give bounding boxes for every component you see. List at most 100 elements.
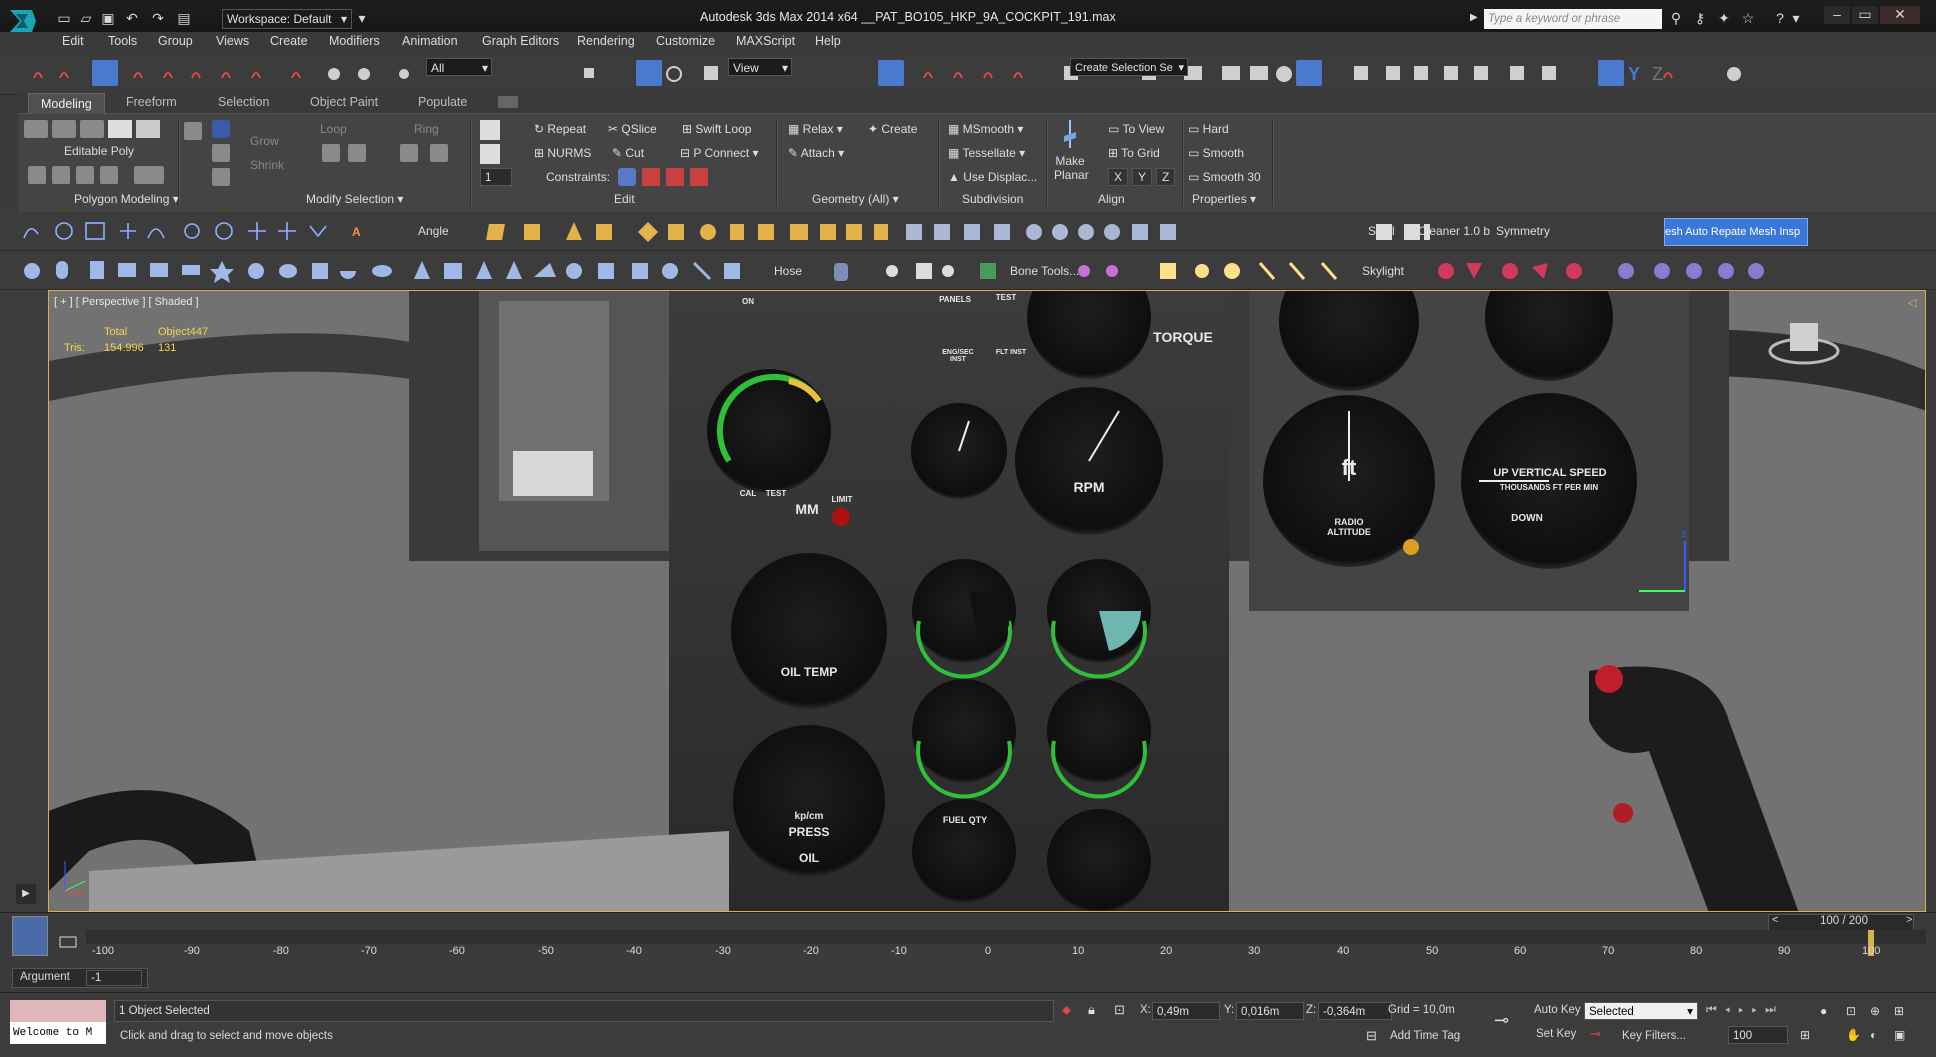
- step-mode-icon[interactable]: [212, 168, 230, 186]
- attach-button[interactable]: ✎ Attach ▾: [788, 146, 844, 160]
- mini-curve-editor-icon[interactable]: [12, 916, 48, 956]
- swift-loop-button[interactable]: ⊞ Swift Loop: [682, 122, 751, 136]
- tab-object-paint[interactable]: Object Paint: [310, 95, 378, 109]
- time-config-icon[interactable]: ⊞: [1800, 1028, 1810, 1042]
- project-folder-icon[interactable]: ▤: [176, 10, 192, 26]
- skylight-button[interactable]: Skylight: [1362, 264, 1404, 278]
- new-file-icon[interactable]: ▭: [56, 10, 72, 26]
- p-connect-button[interactable]: ⊟ P Connect ▾: [680, 146, 759, 160]
- viewport-label-menu[interactable]: [ + ] [ Perspective ] [ Shaded ]: [54, 296, 199, 308]
- grow-button[interactable]: Grow: [250, 134, 279, 148]
- tab-selection[interactable]: Selection: [218, 95, 269, 109]
- maximize-viewport-icon[interactable]: ▣: [1894, 1028, 1905, 1042]
- loop-shrink-icon[interactable]: [348, 144, 366, 162]
- menu-views[interactable]: Views: [216, 34, 249, 48]
- exchange-icon[interactable]: ✦: [1716, 10, 1732, 26]
- ribbon-options-icon[interactable]: [498, 96, 518, 108]
- customize-qa-icon[interactable]: ▾: [354, 10, 370, 26]
- hard-button[interactable]: ▭ Hard: [1188, 122, 1229, 136]
- use-soft-selection-icon[interactable]: [134, 166, 164, 184]
- set-key-button[interactable]: Set Key: [1536, 1028, 1576, 1040]
- ring-shrink-icon[interactable]: [430, 144, 448, 162]
- menu-rendering[interactable]: Rendering: [577, 34, 635, 48]
- symmetry-button[interactable]: Symmetry: [1496, 224, 1550, 238]
- auto-key-button[interactable]: Auto Key: [1534, 1004, 1581, 1016]
- key-mode-icon[interactable]: ⊸: [1494, 1010, 1509, 1031]
- make-planar-button[interactable]: Make Planar: [1054, 154, 1089, 182]
- preview-multi-icon[interactable]: [76, 166, 94, 184]
- make-planar-icon[interactable]: [1060, 120, 1080, 150]
- absolute-mode-icon[interactable]: ⊡: [1114, 1002, 1125, 1018]
- binoculars-icon[interactable]: ⚲: [1668, 10, 1684, 26]
- tab-populate[interactable]: Populate: [418, 95, 467, 109]
- search-arrow-icon[interactable]: ▶: [1470, 12, 1478, 23]
- ring-grow-icon[interactable]: [400, 144, 418, 162]
- key-mode-toggle-icon[interactable]: ●: [1820, 1004, 1827, 1018]
- shell-button[interactable]: Shell: [1368, 224, 1395, 238]
- loop-ring-icon[interactable]: [212, 144, 230, 162]
- save-file-icon[interactable]: ▣: [100, 10, 116, 26]
- align-y-button[interactable]: Y: [1132, 168, 1153, 186]
- element-mode-icon[interactable]: [136, 120, 160, 138]
- smooth30-button[interactable]: ▭ Smooth 30: [1188, 170, 1261, 184]
- align-panel-label[interactable]: Align: [1098, 192, 1125, 206]
- playback-controls[interactable]: ⏮◂▸▸⏭: [1706, 1002, 1836, 1022]
- set-key-icon[interactable]: ⊸: [1590, 1026, 1601, 1042]
- polygon-modeling-panel[interactable]: Polygon Modeling ▾: [74, 192, 179, 206]
- select-mode-icon[interactable]: [212, 120, 230, 138]
- polygon-mode-icon[interactable]: [108, 120, 132, 138]
- menu-tools[interactable]: Tools: [108, 34, 137, 48]
- cut-button[interactable]: ✎ Cut: [612, 146, 644, 160]
- key-icon[interactable]: ⚷: [1692, 10, 1708, 26]
- tessellate-button[interactable]: ▦ Tessellate ▾: [948, 146, 1025, 160]
- loop-button[interactable]: Loop: [320, 122, 347, 136]
- maximize-button[interactable]: ▭: [1852, 6, 1878, 24]
- mesh-scripts-button[interactable]: esh Auto Repate Mesh Insp: [1664, 218, 1808, 246]
- maxscript-listener-icon[interactable]: ▶: [16, 884, 36, 904]
- border-mode-icon[interactable]: [80, 120, 104, 138]
- bone-tools-button[interactable]: Bone Tools...: [1010, 264, 1079, 278]
- maxscript-mini-listener[interactable]: [10, 1000, 106, 1022]
- to-grid-button[interactable]: ⊞ To Grid: [1108, 146, 1160, 160]
- menu-edit[interactable]: Edit: [62, 34, 84, 48]
- edit-panel-label[interactable]: Edit: [614, 192, 635, 206]
- maxscript-output[interactable]: Welcome to M: [10, 1022, 106, 1044]
- align-x-button[interactable]: X: [1108, 168, 1129, 186]
- modify-selection-panel[interactable]: Modify Selection ▾: [306, 192, 403, 206]
- help-icon[interactable]: ?: [1772, 10, 1788, 26]
- add-time-tag-button[interactable]: Add Time Tag: [1390, 1030, 1460, 1042]
- create-button[interactable]: ✦ Create: [868, 122, 917, 136]
- menu-customize[interactable]: Customize: [656, 34, 715, 48]
- pan-view-icon[interactable]: ✋: [1846, 1028, 1861, 1042]
- constraint-edge-icon[interactable]: [642, 168, 660, 186]
- vertex-mode-icon[interactable]: [24, 120, 48, 138]
- constraint-normal-icon[interactable]: [690, 168, 708, 186]
- grow-shrink-icon[interactable]: [184, 122, 202, 140]
- named-selection-dropdown[interactable]: Create Selection Se ▾: [1070, 58, 1188, 76]
- properties-panel[interactable]: Properties ▾: [1192, 192, 1256, 206]
- undo-icon[interactable]: ↶: [124, 10, 140, 26]
- viewport-maximize-icon[interactable]: ◁: [1908, 296, 1916, 309]
- selection-filter-dropdown[interactable]: All ▾: [426, 58, 492, 76]
- selection-lock-icon[interactable]: 🔒︎: [1088, 1002, 1095, 1018]
- zoom-extents-icon[interactable]: ⊡: [1846, 1004, 1856, 1018]
- menu-modifiers[interactable]: Modifiers: [329, 34, 380, 48]
- shrink-button[interactable]: Shrink: [250, 158, 284, 172]
- menu-graph-editors[interactable]: Graph Editors: [482, 34, 559, 48]
- isolate-selection-icon[interactable]: ⬥: [1062, 1002, 1071, 1018]
- repeat-button[interactable]: ↻ Repeat: [534, 122, 586, 136]
- z-coordinate-input[interactable]: -0,364m: [1318, 1002, 1392, 1020]
- track-bar-filter-icon[interactable]: [58, 934, 78, 950]
- redo-icon[interactable]: ↷: [150, 10, 166, 26]
- close-button[interactable]: ✕: [1880, 6, 1920, 24]
- cleaner-button[interactable]: Cleaner 1.0 b: [1418, 224, 1490, 238]
- open-file-icon[interactable]: ▱: [78, 10, 94, 26]
- nurms-button[interactable]: ⊞ NURMS: [534, 146, 591, 160]
- menu-maxscript[interactable]: MAXScript: [736, 34, 795, 48]
- preview-subobj-icon[interactable]: [52, 166, 70, 184]
- zoom-all-icon[interactable]: ⊕: [1870, 1004, 1880, 1018]
- tab-freeform[interactable]: Freeform: [126, 95, 177, 109]
- smooth-button[interactable]: ▭ Smooth: [1188, 146, 1244, 160]
- ignore-backfacing-icon[interactable]: [100, 166, 118, 184]
- workspace-dropdown[interactable]: Workspace: Default ▾: [222, 9, 352, 29]
